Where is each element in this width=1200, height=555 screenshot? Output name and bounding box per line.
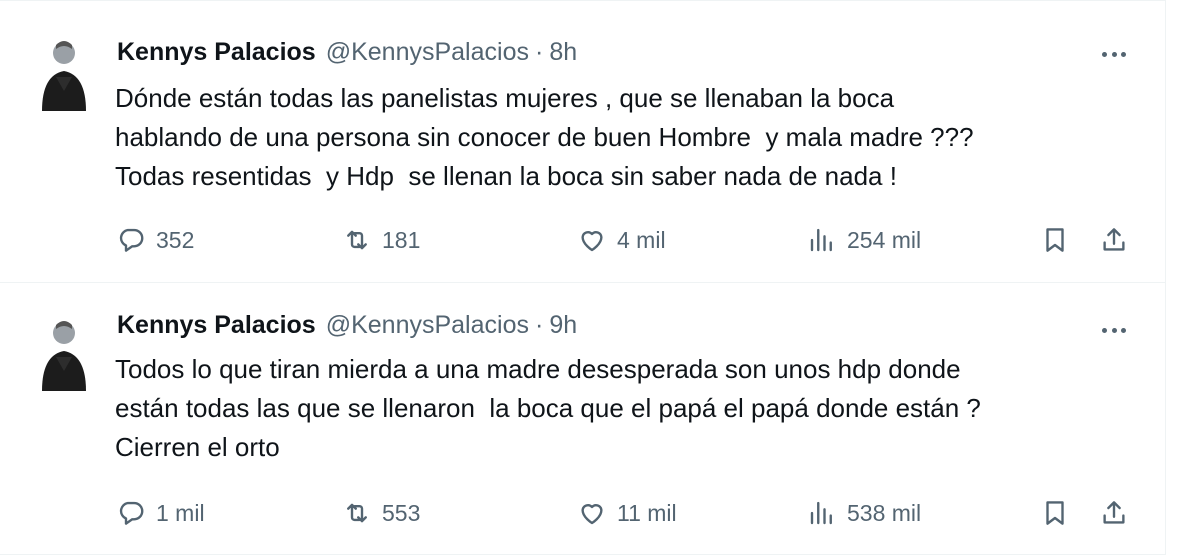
views-count: 254 mil <box>847 226 922 253</box>
like-count: 4 mil <box>617 226 666 253</box>
heart-icon <box>581 231 603 252</box>
timeline: Kennys Palacios @KennysPalacios · 8h Dón… <box>0 0 1166 555</box>
tweet[interactable]: Kennys Palacios @KennysPalacios · 9h Tod… <box>0 283 1166 555</box>
reply-count: 1 mil <box>156 499 205 526</box>
repost-count: 181 <box>382 226 421 253</box>
separator-dot: · <box>534 311 544 339</box>
bookmark-button[interactable] <box>1040 495 1070 531</box>
author-name[interactable]: Kennys Palacios <box>117 38 316 67</box>
author-handle[interactable]: @KennysPalacios <box>326 311 529 340</box>
tweet[interactable]: Kennys Palacios @KennysPalacios · 8h Dón… <box>0 0 1166 283</box>
tweet-actions: 1 mil 553 11 mil 538 mil <box>0 495 1166 531</box>
share-button[interactable] <box>1099 222 1129 258</box>
views-button[interactable]: 254 mil <box>807 222 921 258</box>
repost-button[interactable]: 181 <box>342 222 420 258</box>
repost-button[interactable]: 553 <box>342 495 420 531</box>
more-icon[interactable] <box>1096 44 1132 64</box>
author-handle[interactable]: @KennysPalacios <box>326 38 529 67</box>
heart-icon <box>581 504 603 525</box>
avatar[interactable] <box>34 315 94 393</box>
reply-icon <box>119 501 144 525</box>
author-name[interactable]: Kennys Palacios <box>117 311 316 340</box>
share-icon <box>1103 228 1125 251</box>
views-chart-icon <box>810 228 832 252</box>
tweet-text: Dónde están todas las panelistas mujeres… <box>115 83 974 191</box>
bookmark-icon <box>1046 228 1064 252</box>
bookmark-button[interactable] <box>1040 222 1070 258</box>
bookmark-icon <box>1046 501 1064 525</box>
reply-icon <box>119 228 144 252</box>
views-button[interactable]: 538 mil <box>807 495 921 531</box>
repost-count: 553 <box>382 499 421 526</box>
timestamp[interactable]: 9h <box>549 311 577 340</box>
tweet-actions: 352 181 4 mil 254 mil <box>0 222 1166 258</box>
share-icon <box>1103 501 1125 524</box>
tweet-text: Todos lo que tiran mierda a una madre de… <box>115 354 981 462</box>
like-button[interactable]: 11 mil <box>577 495 677 531</box>
separator-dot: · <box>534 38 544 66</box>
views-count: 538 mil <box>847 499 922 526</box>
share-button[interactable] <box>1099 495 1129 531</box>
reply-button[interactable]: 352 <box>116 222 194 258</box>
repost-icon <box>347 503 367 523</box>
reply-count: 352 <box>156 226 195 253</box>
more-icon[interactable] <box>1096 320 1132 340</box>
like-button[interactable]: 4 mil <box>577 222 666 258</box>
views-chart-icon <box>810 501 832 525</box>
timestamp[interactable]: 8h <box>549 38 577 67</box>
reply-button[interactable]: 1 mil <box>116 495 205 531</box>
repost-icon <box>347 230 367 250</box>
page-margin <box>1166 0 1200 555</box>
like-count: 11 mil <box>617 499 677 526</box>
tweet-header: Kennys Palacios @KennysPalacios · 9h <box>117 311 577 341</box>
avatar[interactable] <box>34 35 94 113</box>
tweet-header: Kennys Palacios @KennysPalacios · 8h <box>117 38 577 68</box>
